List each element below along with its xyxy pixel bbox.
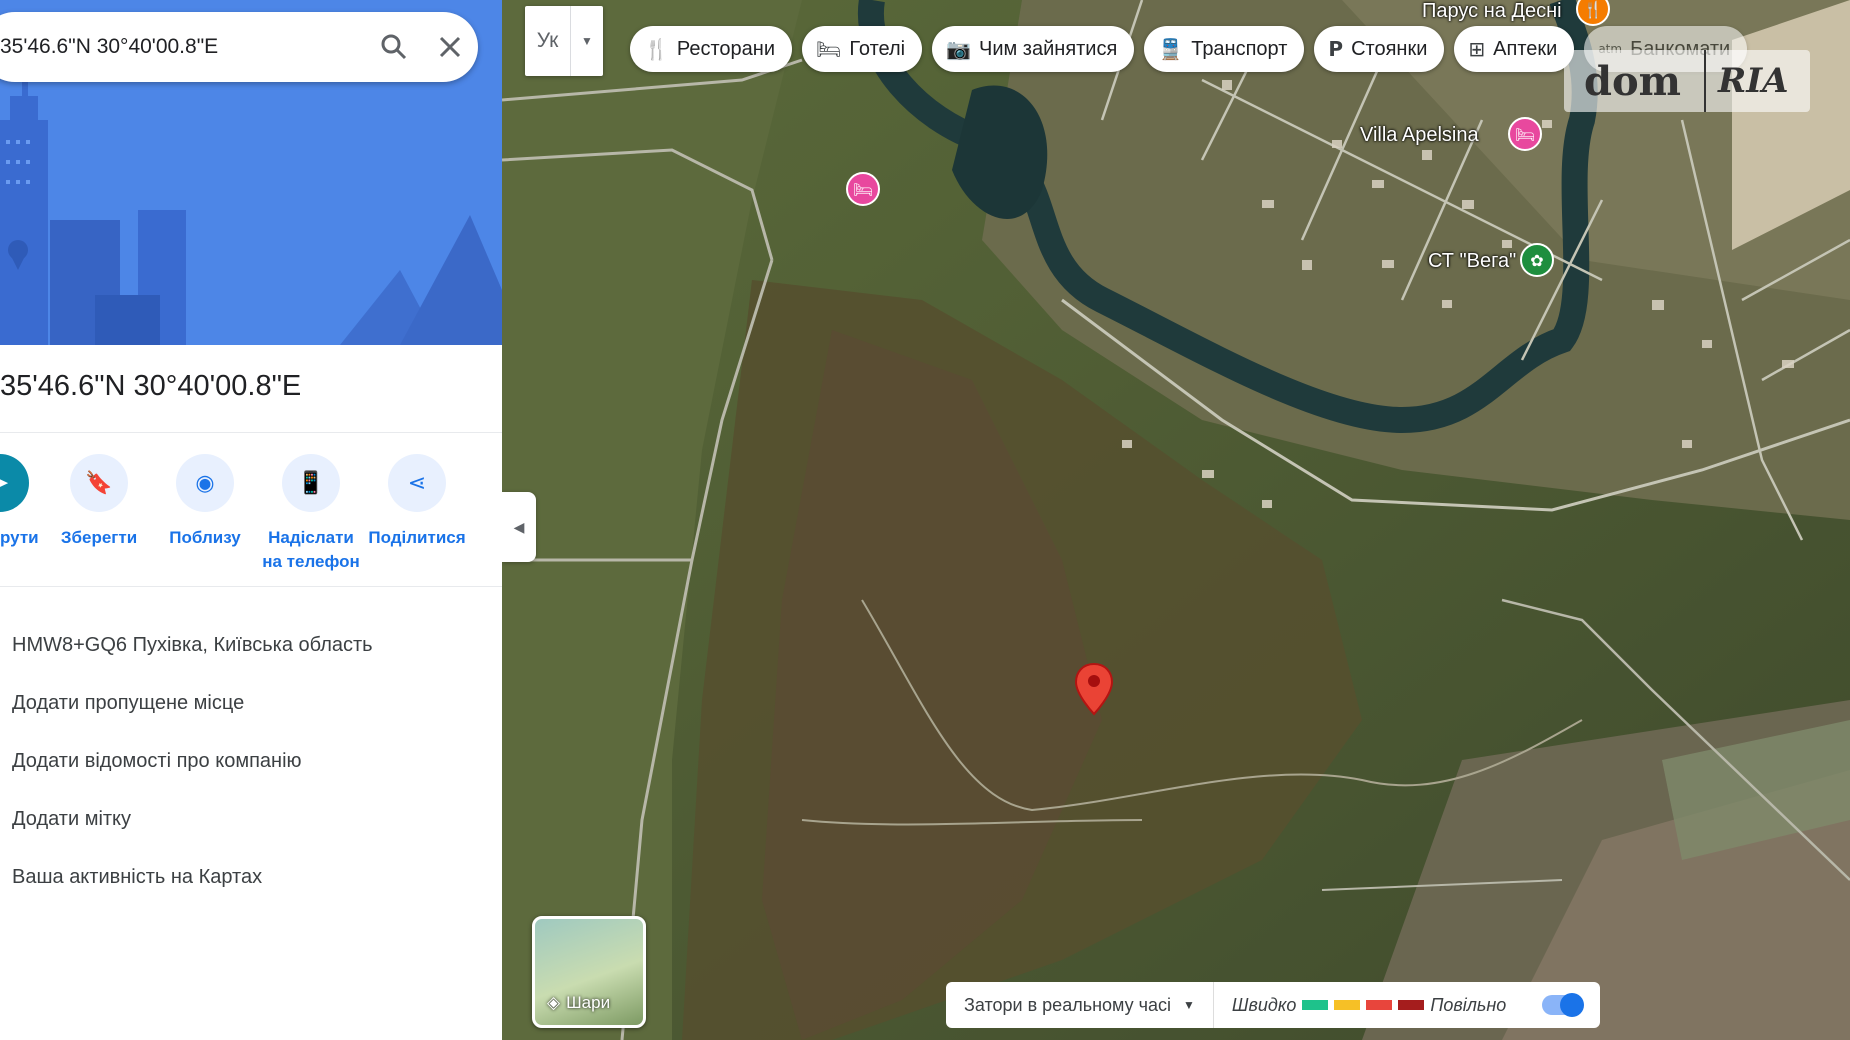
hotel-icon: 🛏: [816, 37, 842, 61]
satellite-imagery: [502, 0, 1850, 1040]
maps-activity-link[interactable]: Ваша активність на Картах: [12, 848, 373, 906]
place-hero-illustration: 35'46.6"N 30°40'00.8"E: [0, 0, 502, 345]
transit-icon: 🚆: [1158, 37, 1184, 61]
chip-things-to-do[interactable]: 📷 Чим зайнятися: [932, 26, 1135, 72]
chevron-down-icon: ▼: [1183, 998, 1195, 1012]
poi-label[interactable]: Villa Apelsina: [1360, 124, 1479, 147]
chip-parking[interactable]: P Стоянки: [1314, 26, 1445, 72]
pharmacy-icon: ⊞: [1468, 37, 1486, 61]
chevron-down-icon: ▼: [581, 34, 593, 48]
collapse-panel-button[interactable]: ◀: [502, 492, 536, 562]
nearby-icon: ◉: [176, 454, 234, 512]
layers-icon: ◈: [547, 993, 561, 1012]
directions-icon: ➤: [0, 454, 29, 512]
traffic-medium-bar: [1334, 1000, 1361, 1010]
poi-label[interactable]: Парус на Десні: [1422, 0, 1562, 23]
save-button[interactable]: 🔖 Зберегти: [46, 454, 152, 550]
send-to-phone-icon: 📱: [282, 454, 340, 512]
language-label: Ук: [525, 6, 571, 76]
add-label-link[interactable]: Додати мітку: [12, 790, 373, 848]
traffic-legend: Затори в реальному часі ▼ Швидко Повільн…: [946, 982, 1601, 1028]
restaurant-icon: 🍴: [644, 37, 669, 61]
traffic-dropdown[interactable]: Затори в реальному часі ▼: [946, 982, 1214, 1028]
chip-hotels[interactable]: 🛏 Готелі: [802, 26, 923, 72]
side-panel: 35'46.6"N 30°40'00.8"E 35'46.6"N 30°40'0…: [0, 0, 502, 1040]
traffic-jam-bar: [1398, 1000, 1425, 1010]
language-selector[interactable]: Ук ▼: [525, 6, 603, 76]
park-icon[interactable]: ✿: [1520, 243, 1554, 277]
location-marker[interactable]: [1074, 662, 1114, 721]
parking-icon: P: [1328, 37, 1344, 61]
divider: [0, 432, 502, 433]
add-business-link[interactable]: Додати відомості про компанію: [12, 732, 373, 790]
place-details-list: HMW8+GQ6 Пухівка, Київська область Додат…: [12, 616, 373, 906]
place-title: 35'46.6"N 30°40'00.8"E: [0, 370, 302, 402]
search-box[interactable]: 35'46.6"N 30°40'00.8"E: [0, 12, 478, 82]
chip-restaurants[interactable]: 🍴 Ресторани: [630, 26, 793, 72]
send-to-phone-button[interactable]: 📱 Надіслати на телефон: [258, 454, 364, 574]
traffic-scale: Швидко Повільно: [1213, 982, 1601, 1028]
traffic-slow-bar: [1366, 1000, 1393, 1010]
traffic-fast-bar: [1302, 1000, 1329, 1010]
divider: [0, 586, 502, 587]
share-button[interactable]: ⋖ Поділитися: [364, 454, 470, 550]
camera-icon: 📷: [946, 37, 971, 61]
chip-pharmacies[interactable]: ⊞ Аптеки: [1454, 26, 1575, 72]
nearby-button[interactable]: ◉ Поблизу: [152, 454, 258, 550]
chip-transit[interactable]: 🚆 Транспорт: [1144, 26, 1305, 72]
traffic-toggle[interactable]: [1542, 993, 1585, 1017]
action-buttons: ➤ рути 🔖 Зберегти ◉ Поблизу 📱 Надіслати …: [0, 454, 502, 574]
search-input[interactable]: 35'46.6"N 30°40'00.8"E: [0, 35, 366, 59]
hotel-icon[interactable]: 🛏: [846, 172, 880, 206]
hotel-icon[interactable]: 🛏: [1508, 117, 1542, 151]
layers-button[interactable]: ◈ Шари: [532, 916, 646, 1028]
map-canvas[interactable]: Ук ▼ 🍴 Ресторани 🛏 Готелі 📷 Чим зайнятися 🚆…: [502, 0, 1850, 1040]
bookmark-icon: 🔖: [70, 454, 128, 512]
poi-label[interactable]: СТ "Вега": [1428, 250, 1516, 273]
plus-code-row[interactable]: HMW8+GQ6 Пухівка, Київська область: [12, 616, 373, 674]
share-icon: ⋖: [388, 454, 446, 512]
search-icon[interactable]: [366, 19, 422, 75]
add-missing-place-link[interactable]: Додати пропущене місце: [12, 674, 373, 732]
close-icon[interactable]: [422, 19, 478, 75]
watermark: dom RIA: [1564, 50, 1810, 112]
